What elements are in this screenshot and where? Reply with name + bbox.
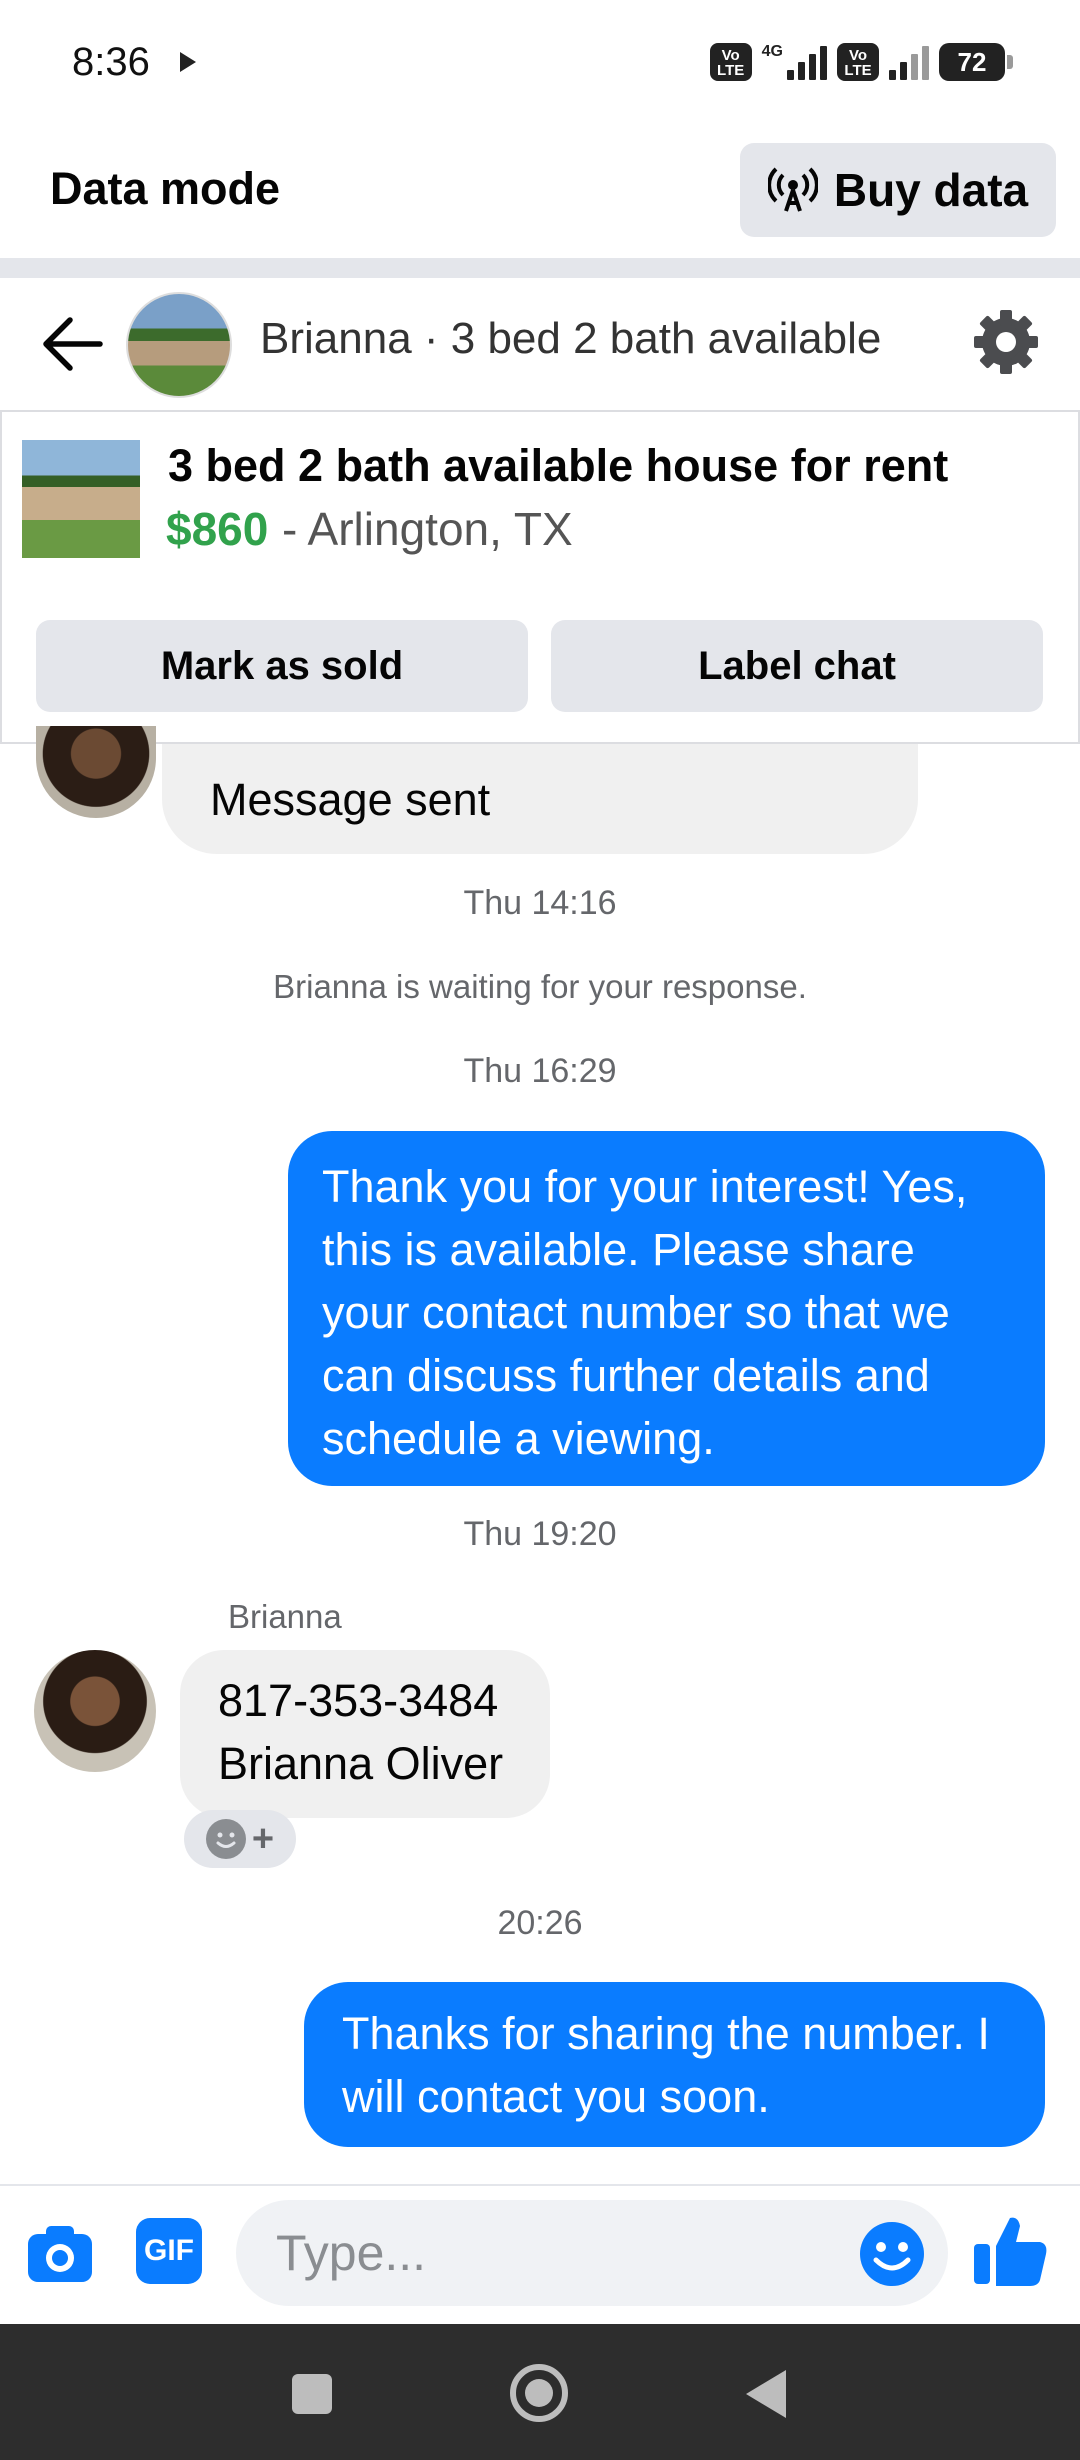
home-icon[interactable] <box>510 2364 568 2422</box>
camera-icon[interactable] <box>24 2218 96 2290</box>
message-line: 817-353-3484 <box>218 1675 499 1726</box>
volte-icon-2: Vo LTE <box>837 43 879 81</box>
thumbs-up-icon[interactable] <box>970 2210 1050 2290</box>
incoming-message[interactable]: 817-353-3484 Brianna Oliver <box>180 1650 550 1818</box>
waiting-notice: Brianna is waiting for your response. <box>273 968 807 1005</box>
volte-icon: Vo LTE <box>709 43 752 81</box>
avatar[interactable] <box>34 1650 156 1772</box>
emoji-icon[interactable] <box>858 2220 926 2288</box>
timestamp: Thu 19:20 <box>463 1515 617 1553</box>
status-time: 8:36 <box>72 40 150 84</box>
battery-icon: 72 <box>939 43 1013 81</box>
data-mode-title: Data mode <box>50 163 281 214</box>
play-icon <box>180 52 196 72</box>
timestamp: Thu 14:16 <box>463 884 617 922</box>
timestamp: Thu 16:29 <box>463 1052 617 1090</box>
listing-thumbnail[interactable] <box>22 440 140 558</box>
buy-data-label: Buy data <box>833 164 1029 216</box>
add-reaction-icon <box>205 1819 246 1859</box>
message-line: Brianna Oliver <box>218 1738 504 1789</box>
sender-name: Brianna <box>228 1598 342 1635</box>
recents-icon[interactable] <box>292 2374 332 2414</box>
back-icon[interactable] <box>746 2370 786 2418</box>
mark-as-sold-button[interactable]: Mark as sold <box>36 620 528 712</box>
listing-avatar[interactable] <box>126 292 232 398</box>
signal-icon <box>787 44 827 80</box>
buy-data-button[interactable]: Buy data <box>740 143 1056 237</box>
network-type: 4G <box>761 43 783 60</box>
status-icons: Vo LTE 4G Vo LTE 72 <box>709 40 1013 84</box>
outgoing-message[interactable]: Thank you for your interest! Yes, this i… <box>288 1131 1045 1486</box>
label-chat-button[interactable]: Label chat <box>551 620 1043 712</box>
back-arrow-icon[interactable] <box>38 312 106 376</box>
gif-icon[interactable]: GIF <box>136 2218 202 2284</box>
gear-icon[interactable] <box>970 306 1042 378</box>
timestamp: 20:26 <box>497 1904 583 1942</box>
listing-price: $860 <box>166 503 269 555</box>
listing-title[interactable]: 3 bed 2 bath available house for rent <box>168 440 948 492</box>
message-input[interactable] <box>236 2200 948 2306</box>
chat-title[interactable]: Brianna · 3 bed 2 bath available <box>260 314 881 364</box>
signal-icon-2 <box>889 44 929 80</box>
broadcast-icon <box>767 167 818 212</box>
plus-icon: + <box>251 1818 275 1860</box>
listing-location: - Arlington, TX <box>282 503 573 555</box>
message-text: Message sent <box>210 774 491 825</box>
divider <box>0 258 1080 278</box>
add-reaction-button[interactable]: + <box>184 1810 296 1868</box>
outgoing-message[interactable]: Thanks for sharing the number. I will co… <box>304 1982 1045 2147</box>
avatar[interactable] <box>36 726 156 818</box>
